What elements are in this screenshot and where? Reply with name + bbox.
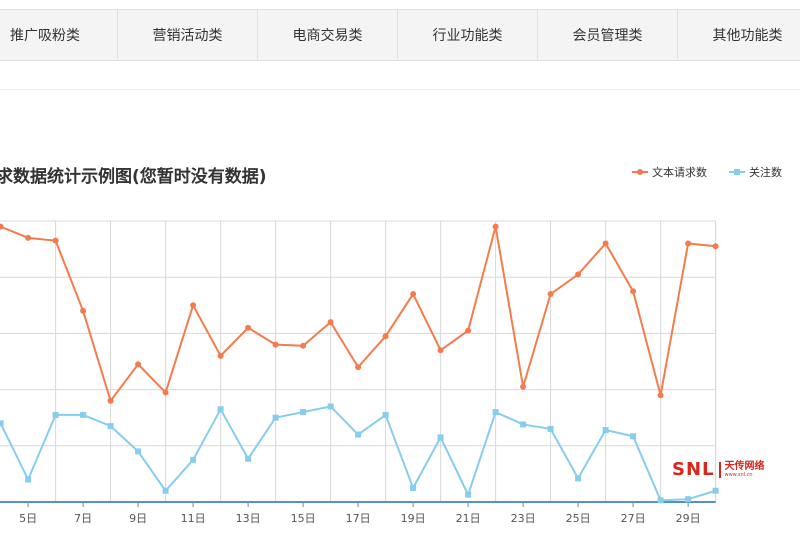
data-point[interactable] (492, 223, 499, 230)
data-point[interactable] (712, 243, 719, 250)
data-point[interactable] (327, 403, 334, 410)
x-tick-label: 17日 (346, 512, 371, 525)
data-point[interactable] (0, 420, 4, 427)
x-tick-label: 29日 (676, 512, 701, 525)
x-tick-label: 13日 (236, 512, 261, 525)
data-point[interactable] (190, 456, 197, 463)
data-point[interactable] (657, 497, 664, 504)
legend-item-2[interactable]: 关注数 (729, 165, 782, 179)
data-point[interactable] (437, 434, 444, 441)
data-point[interactable] (602, 240, 609, 247)
data-point[interactable] (355, 431, 362, 438)
data-point[interactable] (52, 411, 59, 418)
data-point[interactable] (657, 392, 664, 399)
data-point[interactable] (272, 341, 279, 348)
chart-legend[interactable]: 文本请求数 关注数 (632, 165, 782, 179)
data-point[interactable] (465, 491, 472, 498)
series-2 (0, 403, 719, 504)
data-point[interactable] (547, 425, 554, 432)
data-point[interactable] (300, 409, 307, 416)
snl-logo: SNL 天传网络 www.snl.cn (672, 459, 765, 480)
data-point[interactable] (437, 347, 444, 354)
data-point[interactable] (410, 484, 417, 491)
data-point[interactable] (492, 409, 499, 416)
legend-item-1[interactable]: 文本请求数 (632, 165, 707, 179)
data-point[interactable] (80, 411, 87, 418)
data-point[interactable] (465, 327, 472, 334)
data-point[interactable] (272, 414, 279, 421)
data-point[interactable] (520, 421, 527, 428)
data-point[interactable] (382, 333, 389, 340)
x-tick-label: 27日 (621, 512, 646, 525)
data-point[interactable] (410, 291, 417, 298)
data-point[interactable] (80, 307, 87, 314)
x-axis: 5日 7日 9日 11日 13日 15日 17日 19日 21日 23日 25日 27日 29日 (19, 502, 701, 525)
data-point[interactable] (575, 475, 582, 482)
data-point[interactable] (575, 271, 582, 278)
data-point[interactable] (245, 324, 252, 331)
chart-grid (0, 220, 717, 503)
x-tick-label: 9日 (129, 512, 147, 525)
x-tick-label: 21日 (456, 512, 481, 525)
series-1 (0, 223, 719, 404)
data-point[interactable] (547, 291, 554, 298)
data-point[interactable] (25, 476, 32, 483)
logo-mark: SNL (672, 459, 715, 480)
data-point[interactable] (135, 448, 142, 455)
series-line (0, 405, 716, 502)
legend-marker (734, 169, 740, 175)
data-point[interactable] (685, 240, 692, 247)
data-point[interactable] (107, 423, 114, 430)
x-tick-label: 11日 (181, 512, 206, 525)
legend-label: 关注数 (749, 165, 782, 179)
x-tick-label: 5日 (19, 512, 37, 525)
data-point[interactable] (0, 223, 4, 230)
x-tick-label: 19日 (401, 512, 426, 525)
data-point[interactable] (382, 411, 389, 418)
series-layer (0, 223, 719, 504)
data-point[interactable] (630, 433, 637, 440)
data-point[interactable] (135, 361, 142, 368)
data-point[interactable] (520, 383, 527, 390)
logo-sub: www.snl.cn (724, 471, 753, 478)
data-point[interactable] (300, 342, 307, 349)
data-point[interactable] (245, 455, 252, 462)
x-tick-label: 25日 (566, 512, 591, 525)
data-point[interactable] (190, 302, 197, 309)
data-point[interactable] (162, 389, 169, 396)
logo-divider (718, 461, 721, 478)
legend-marker (637, 169, 643, 175)
data-point[interactable] (327, 319, 334, 326)
data-point[interactable] (685, 496, 692, 503)
data-point[interactable] (162, 487, 169, 494)
data-point[interactable] (52, 237, 59, 244)
logo-name: 天传网络 (724, 460, 765, 472)
data-point[interactable] (602, 427, 609, 434)
x-tick-label: 7日 (74, 512, 92, 525)
data-point[interactable] (217, 352, 224, 359)
data-point[interactable] (107, 397, 114, 404)
x-tick-label: 23日 (511, 512, 536, 525)
legend-label: 文本请求数 (652, 165, 707, 179)
data-point[interactable] (355, 364, 362, 371)
data-point[interactable] (25, 234, 32, 241)
line-chart: 求数据统计示例图(您暂时没有数据) 5日 7日 9日 11日 13日 15日 17日 19日 2… (0, 165, 782, 525)
data-point[interactable] (712, 487, 719, 494)
chart-title: 求数据统计示例图(您暂时没有数据) (0, 166, 267, 187)
data-point[interactable] (217, 406, 224, 413)
x-tick-label: 15日 (291, 512, 316, 525)
data-point[interactable] (630, 288, 637, 295)
series-line (0, 225, 716, 404)
